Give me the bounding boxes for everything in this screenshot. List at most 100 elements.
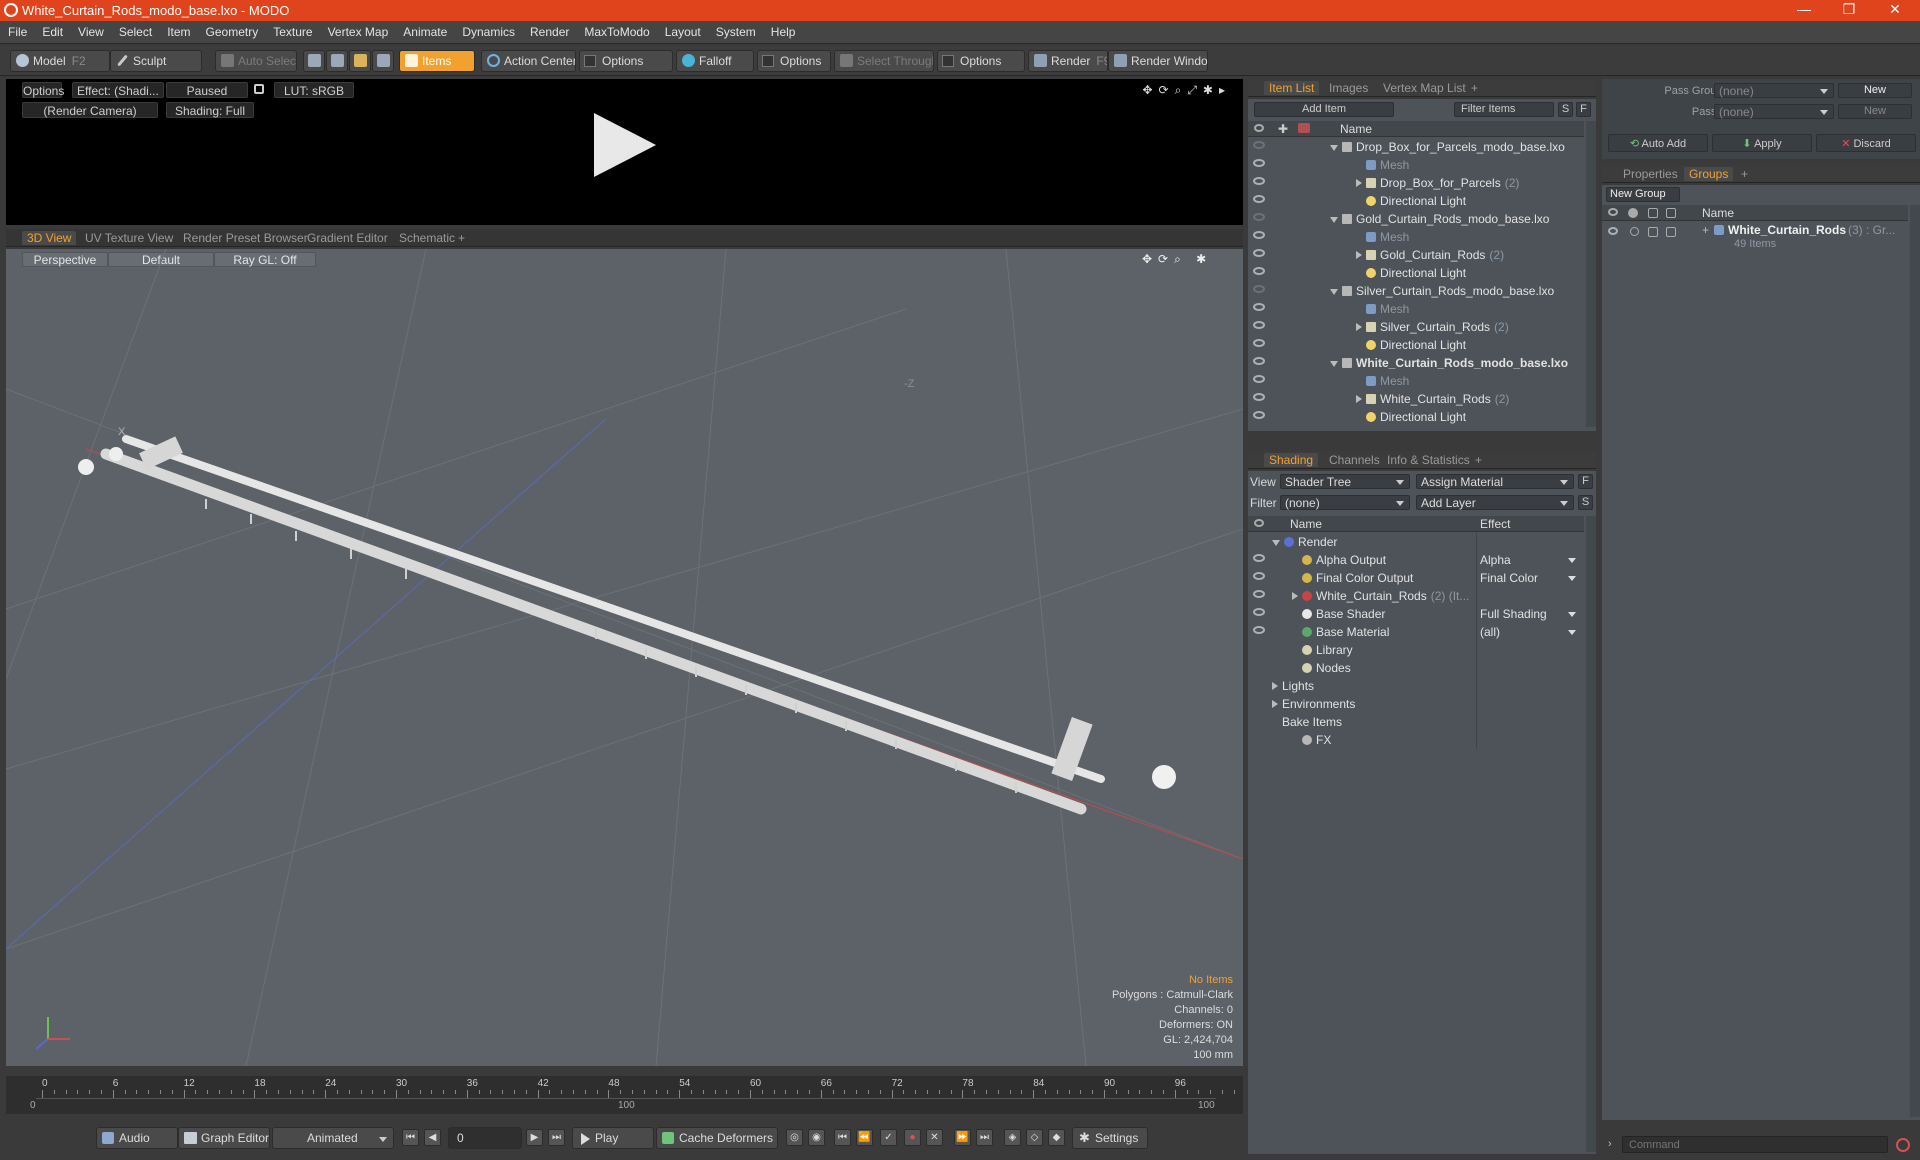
item-list-row[interactable]: Directional Light xyxy=(1248,264,1584,282)
settings-button[interactable]: ✱ Settings xyxy=(1072,1127,1148,1149)
item-list-row[interactable]: Mesh xyxy=(1248,300,1584,318)
collapse-arrow-icon[interactable] xyxy=(1272,700,1278,708)
collapse-arrow-icon[interactable] xyxy=(1356,323,1362,331)
visibility-icon[interactable] xyxy=(1253,285,1265,293)
tab-render-preset-browser[interactable]: Render Preset Browser xyxy=(178,231,313,245)
render-camera-dropdown[interactable]: (Render Camera) xyxy=(22,102,158,118)
item-list-row[interactable]: Directional Light xyxy=(1248,192,1584,210)
auto-key-icon[interactable]: ◉ xyxy=(808,1129,825,1146)
lut-dropdown[interactable]: LUT: sRGB xyxy=(274,82,354,98)
keyframe-options-icon[interactable]: ◈ xyxy=(1004,1129,1021,1146)
action-center-button[interactable]: Action Center xyxy=(481,50,576,72)
shader-tree-row[interactable]: Alpha Output Alpha xyxy=(1248,551,1584,569)
polygons-mode-button[interactable] xyxy=(349,50,371,72)
add-tab-button[interactable]: + xyxy=(1466,81,1483,95)
restore-button[interactable]: ❐ xyxy=(1829,1,1869,18)
play-button[interactable]: Play xyxy=(572,1127,654,1149)
menu-dynamics[interactable]: Dynamics xyxy=(454,21,522,39)
shader-tree-row[interactable]: Library xyxy=(1248,641,1584,659)
effect-dropdown[interactable]: Full Shading xyxy=(1480,607,1580,621)
expand-arrow-icon[interactable] xyxy=(1330,145,1338,151)
tab-3d-view[interactable]: 3D View xyxy=(22,231,77,245)
name-column-header[interactable]: Name xyxy=(1702,206,1734,220)
dropdown-arrow-icon[interactable] xyxy=(1568,612,1576,617)
tab-schematic[interactable]: Schematic xyxy=(394,231,460,245)
shader-tree-row[interactable]: Nodes xyxy=(1248,659,1584,677)
menu-select[interactable]: Select xyxy=(111,21,159,39)
add-tab-button[interactable]: + xyxy=(1736,167,1753,181)
visibility-icon[interactable] xyxy=(1253,159,1265,167)
filter-f-button[interactable]: F xyxy=(1576,102,1591,117)
3d-viewport[interactable]: Perspective Default Ray GL: Off ✥⟳⌕ ✱ -Z… xyxy=(6,249,1243,1066)
record-icon[interactable]: ● xyxy=(904,1129,921,1146)
visibility-icon[interactable] xyxy=(1253,626,1265,634)
menu-help[interactable]: Help xyxy=(763,21,803,39)
menu-geometry[interactable]: Geometry xyxy=(198,21,266,39)
visibility-icon[interactable] xyxy=(1253,303,1265,311)
shader-tree-row[interactable]: White_Curtain_Rods (2) (It... xyxy=(1248,587,1584,605)
falloff-button[interactable]: Falloff xyxy=(676,50,754,72)
record-macro-icon[interactable] xyxy=(1896,1138,1910,1152)
lock-toggle-icon[interactable] xyxy=(1648,227,1658,237)
tab-vertex-map-list[interactable]: Vertex Map List xyxy=(1378,81,1471,95)
dropdown-arrow-icon[interactable] xyxy=(1568,630,1576,635)
model-mode-button[interactable]: Model F2 xyxy=(10,50,110,72)
shader-tree-scrollbar[interactable] xyxy=(1586,516,1596,1152)
play-preview-icon[interactable] xyxy=(594,113,656,177)
preview-options-button[interactable]: Options xyxy=(22,82,64,98)
render-window-button[interactable]: Render Window xyxy=(1108,50,1208,72)
shader-tree-row[interactable]: Bake Items xyxy=(1248,713,1584,731)
shader-tree-row[interactable]: Lights xyxy=(1248,677,1584,695)
item-list-scrollbar[interactable] xyxy=(1586,121,1596,427)
item-list-row[interactable]: White_Curtain_Rods (2) xyxy=(1248,390,1584,408)
materials-mode-button[interactable] xyxy=(372,50,394,72)
filter-items-field[interactable]: Filter Items xyxy=(1454,102,1554,117)
collapse-arrow-icon[interactable] xyxy=(1356,251,1362,259)
audio-button[interactable]: Audio xyxy=(96,1127,178,1149)
shader-tree-row[interactable]: Render xyxy=(1248,533,1584,551)
keyframe-filter-icon[interactable]: ◇ xyxy=(1026,1129,1043,1146)
visibility-icon[interactable] xyxy=(1608,227,1618,235)
collapse-arrow-icon[interactable] xyxy=(1272,682,1278,690)
delete-key-icon[interactable]: ✕ xyxy=(926,1129,943,1146)
shader-tree-row[interactable]: Base Material (all) xyxy=(1248,623,1584,641)
select-through-button[interactable]: Select Through xyxy=(834,50,934,72)
shader-tree-row[interactable]: Base Shader Full Shading xyxy=(1248,605,1584,623)
close-button[interactable]: ✕ xyxy=(1875,1,1915,18)
add-layer-dropdown[interactable]: Add Layer xyxy=(1416,495,1574,510)
tab-channels[interactable]: Channels xyxy=(1324,453,1385,467)
effect-column-header[interactable]: Effect xyxy=(1480,517,1510,531)
auto-add-button[interactable]: ⟲ Auto Add xyxy=(1608,134,1708,152)
item-list-row[interactable]: Gold_Curtain_Rods (2) xyxy=(1248,246,1584,264)
menu-view[interactable]: View xyxy=(70,21,111,39)
menu-file[interactable]: File xyxy=(0,21,34,39)
visibility-icon[interactable] xyxy=(1253,608,1265,616)
item-list-row[interactable]: White_Curtain_Rods_modo_base.lxo xyxy=(1248,354,1584,372)
menu-item[interactable]: Item xyxy=(159,21,197,39)
filter-s-button[interactable]: S xyxy=(1558,102,1573,117)
collapse-arrow-icon[interactable] xyxy=(1356,179,1362,187)
visibility-icon[interactable] xyxy=(1253,554,1265,562)
timeline[interactable]: 0 6 12 18 24 30 36 42 48 54 60 66 72 78 84 90 96 0 100 1… xyxy=(6,1076,1243,1114)
item-list-row[interactable]: Silver_Curtain_Rods_modo_base.lxo xyxy=(1248,282,1584,300)
tab-properties[interactable]: Properties xyxy=(1618,167,1683,181)
expand-arrow-icon[interactable] xyxy=(1272,540,1280,546)
command-input[interactable] xyxy=(1622,1136,1888,1153)
tab-shading[interactable]: Shading xyxy=(1264,453,1319,467)
next-key-icon[interactable]: ⏭ xyxy=(976,1129,993,1146)
tab-info-statistics[interactable]: Info & Statistics xyxy=(1382,453,1475,467)
keyframe-mode-icon[interactable]: ◆ xyxy=(1048,1129,1065,1146)
visibility-icon[interactable] xyxy=(1253,231,1265,239)
groups-scrollbar[interactable] xyxy=(1910,205,1920,1117)
dropdown-arrow-icon[interactable] xyxy=(1568,576,1576,581)
tab-item-list[interactable]: Item List xyxy=(1264,81,1320,95)
menu-system[interactable]: System xyxy=(708,21,763,39)
preview-paused-button[interactable]: Paused xyxy=(166,82,248,98)
menu-layout[interactable]: Layout xyxy=(657,21,708,39)
visibility-icon[interactable] xyxy=(1253,141,1265,149)
expand-arrow-icon[interactable] xyxy=(1330,217,1338,223)
preview-effect-dropdown[interactable]: Effect: (Shadi... xyxy=(72,82,164,98)
discard-button[interactable]: ✕ Discard xyxy=(1816,134,1916,152)
tab-gradient-editor[interactable]: Gradient Editor xyxy=(302,231,393,245)
name-column-header[interactable]: Name xyxy=(1340,122,1372,136)
